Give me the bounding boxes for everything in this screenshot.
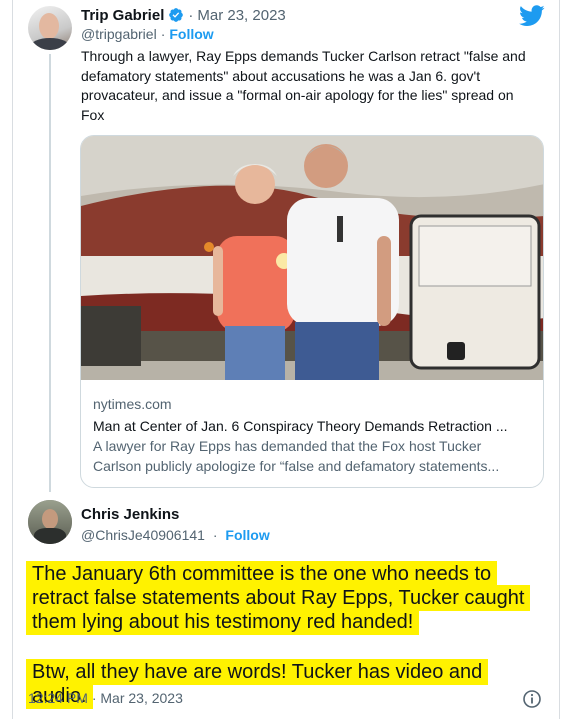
card-meta: nytimes.com Man at Center of Jan. 6 Cons… — [93, 394, 533, 476]
rv-photo — [81, 136, 543, 380]
follow-button[interactable]: Follow — [169, 26, 213, 42]
separator-dot: · — [212, 527, 218, 543]
reply-author-name[interactable]: Chris Jenkins — [81, 506, 179, 523]
handle-row: @tripgabriel · Follow — [81, 26, 214, 42]
twitter-bird-icon[interactable] — [519, 5, 545, 27]
avatar-chris-jenkins[interactable] — [28, 500, 72, 544]
reply-follow-button[interactable]: Follow — [225, 527, 269, 543]
card-title[interactable]: Man at Center of Jan. 6 Conspiracy Theor… — [93, 416, 533, 436]
tweet-date[interactable]: Mar 23, 2023 — [197, 7, 285, 24]
reply-paragraph-1: The January 6th committee is the one who… — [26, 561, 531, 635]
tweet-text: Through a lawyer, Ray Epps demands Tucke… — [81, 48, 526, 123]
reply-text: The January 6th committee is the one who… — [26, 561, 546, 709]
verified-badge-icon — [169, 8, 184, 22]
reply-author-handle[interactable]: @ChrisJe40906141 — [81, 527, 205, 543]
author-name[interactable]: Trip Gabriel — [81, 7, 164, 24]
card-domain: nytimes.com — [93, 396, 172, 412]
reply-timestamp[interactable]: 12:24 PM · Mar 23, 2023 — [28, 690, 183, 706]
reply-handle-row: @ChrisJe40906141 · Follow — [81, 527, 270, 543]
avatar-trip-gabriel[interactable] — [28, 6, 72, 50]
card-description: A lawyer for Ray Epps has demanded that … — [93, 438, 500, 474]
author-handle[interactable]: @tripgabriel — [81, 26, 157, 42]
link-card[interactable]: nytimes.com Man at Center of Jan. 6 Cons… — [80, 135, 544, 488]
thread-line — [49, 54, 51, 492]
article-image[interactable] — [81, 136, 543, 380]
info-icon[interactable] — [522, 689, 542, 709]
separator-dot: · — [160, 26, 166, 42]
separator-dot: · — [188, 6, 194, 24]
tweet-header: Trip Gabriel · Mar 23, 2023 — [81, 4, 286, 26]
